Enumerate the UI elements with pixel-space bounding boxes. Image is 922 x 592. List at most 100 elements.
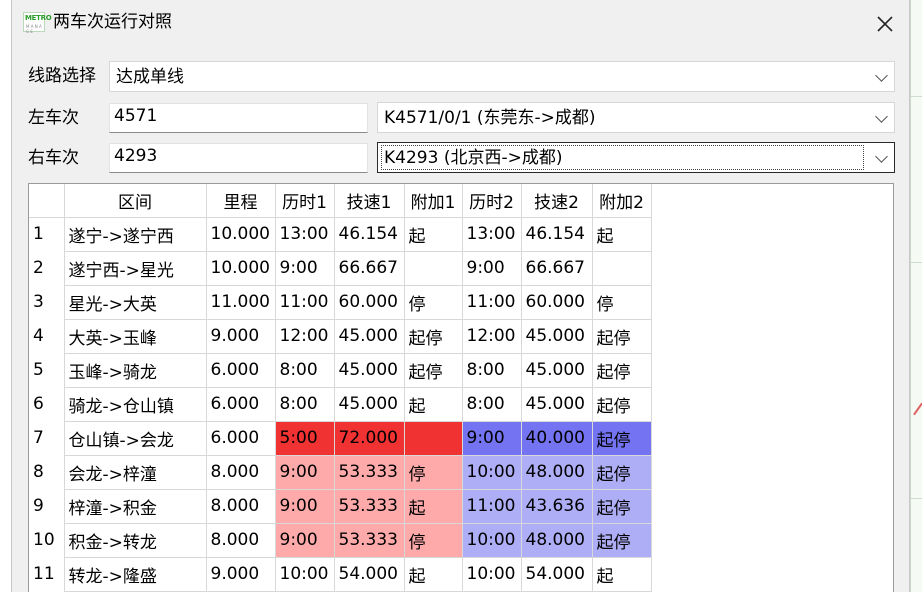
table-cell[interactable]: 起: [404, 387, 463, 422]
table-cell[interactable]: 大英->玉峰: [64, 319, 207, 354]
table-cell[interactable]: 起停: [592, 387, 652, 422]
column-header[interactable]: 技速1: [334, 184, 405, 218]
table-cell[interactable]: 45.000: [334, 387, 405, 422]
table-cell[interactable]: 起停: [592, 353, 652, 388]
table-cell[interactable]: 9:00: [275, 489, 335, 524]
table-cell[interactable]: 12:00: [462, 319, 522, 354]
table-cell[interactable]: 会龙->梓潼: [64, 455, 207, 490]
table-cell[interactable]: 10:00: [275, 557, 335, 592]
table-cell[interactable]: 9:00: [275, 455, 335, 490]
table-cell[interactable]: 9:00: [462, 421, 522, 456]
table-cell[interactable]: 60.000: [521, 285, 593, 320]
table-cell[interactable]: 72.000: [334, 421, 405, 456]
table-cell[interactable]: 45.000: [334, 319, 405, 354]
column-header[interactable]: 历时2: [462, 184, 522, 218]
table-row[interactable]: 1 遂宁->遂宁西 10.000 13:00 46.154 起 13:00 46.154 起: [29, 217, 652, 252]
table-row[interactable]: 5 玉峰->骑龙 6.000 8:00 45.000 起停 8:00 45.000 起停: [29, 353, 652, 388]
table-cell[interactable]: 53.333: [334, 455, 405, 490]
table-cell[interactable]: 46.154: [334, 217, 405, 252]
table-row[interactable]: 2 遂宁西->星光 10.000 9:00 66.667 9:00 66.667: [29, 251, 652, 286]
table-cell[interactable]: 起: [592, 217, 652, 252]
table-cell[interactable]: 9:00: [275, 523, 335, 558]
table-cell[interactable]: 8:00: [275, 353, 335, 388]
table-cell[interactable]: 星光->大英: [64, 285, 207, 320]
table-cell[interactable]: 11:00: [275, 285, 335, 320]
table-cell[interactable]: 停: [592, 285, 652, 320]
table-cell[interactable]: [404, 421, 463, 456]
table-cell[interactable]: 8:00: [462, 387, 522, 422]
table-cell[interactable]: 66.667: [334, 251, 405, 286]
table-cell[interactable]: 8.000: [206, 523, 276, 558]
table-cell[interactable]: 54.000: [521, 557, 593, 592]
table-cell[interactable]: 起: [592, 557, 652, 592]
table-cell[interactable]: 8:00: [462, 353, 522, 388]
table-cell[interactable]: 45.000: [521, 353, 593, 388]
table-cell[interactable]: 10:00: [462, 557, 522, 592]
table-cell[interactable]: 积金->转龙: [64, 523, 207, 558]
table-cell[interactable]: 6.000: [206, 387, 276, 422]
table-cell[interactable]: 骑龙->仓山镇: [64, 387, 207, 422]
table-cell[interactable]: 玉峰->骑龙: [64, 353, 207, 388]
table-cell[interactable]: 10:00: [462, 523, 522, 558]
right-train-combo[interactable]: K4293 (北京西->成都): [377, 142, 895, 173]
table-cell[interactable]: 8:00: [275, 387, 335, 422]
column-header[interactable]: 里程: [206, 184, 276, 218]
table-cell[interactable]: 停: [404, 285, 463, 320]
table-cell[interactable]: 48.000: [521, 523, 593, 558]
table-cell[interactable]: 8.000: [206, 489, 276, 524]
line-select-combo[interactable]: 达成单线: [109, 61, 895, 92]
table-cell[interactable]: 仓山镇->会龙: [64, 421, 207, 456]
table-row[interactable]: 7 仓山镇->会龙 6.000 5:00 72.000 9:00 40.000 起停: [29, 421, 652, 456]
table-cell[interactable]: 10.000: [206, 251, 276, 286]
column-header[interactable]: 附加1: [404, 184, 463, 218]
table-cell[interactable]: 转龙->隆盛: [64, 557, 207, 592]
table-cell[interactable]: 遂宁->遂宁西: [64, 217, 207, 252]
table-cell[interactable]: [404, 251, 463, 286]
left-train-combo[interactable]: K4571/0/1 (东莞东->成都): [377, 102, 895, 133]
table-cell[interactable]: 46.154: [521, 217, 593, 252]
table-cell[interactable]: [592, 251, 652, 286]
table-cell[interactable]: 48.000: [521, 455, 593, 490]
table-cell[interactable]: 起停: [404, 353, 463, 388]
left-train-input[interactable]: 4571: [109, 103, 368, 133]
table-cell[interactable]: 6.000: [206, 353, 276, 388]
table-cell[interactable]: 起停: [592, 489, 652, 524]
table-cell[interactable]: 13:00: [462, 217, 522, 252]
column-header[interactable]: 历时1: [275, 184, 335, 218]
table-cell[interactable]: 8.000: [206, 455, 276, 490]
table-cell[interactable]: 起停: [592, 455, 652, 490]
table-cell[interactable]: 9:00: [275, 251, 335, 286]
table-cell[interactable]: 10:00: [462, 455, 522, 490]
right-train-input[interactable]: 4293: [109, 143, 368, 173]
table-cell[interactable]: 9.000: [206, 319, 276, 354]
table-cell[interactable]: 66.667: [521, 251, 593, 286]
column-header[interactable]: 技速2: [521, 184, 593, 218]
table-cell[interactable]: 梓潼->积金: [64, 489, 207, 524]
table-cell[interactable]: 6.000: [206, 421, 276, 456]
table-cell[interactable]: 11.000: [206, 285, 276, 320]
table-cell[interactable]: 遂宁西->星光: [64, 251, 207, 286]
table-cell[interactable]: 12:00: [275, 319, 335, 354]
table-cell[interactable]: 9:00: [462, 251, 522, 286]
table-cell[interactable]: 起停: [592, 421, 652, 456]
table-cell[interactable]: 起: [404, 489, 463, 524]
table-cell[interactable]: 60.000: [334, 285, 405, 320]
column-header[interactable]: 区间: [64, 184, 207, 218]
table-cell[interactable]: 53.333: [334, 489, 405, 524]
table-cell[interactable]: 9.000: [206, 557, 276, 592]
table-row[interactable]: 10 积金->转龙 8.000 9:00 53.333 停 10:00 48.000 起停: [29, 523, 652, 558]
close-button[interactable]: [870, 8, 900, 36]
table-row[interactable]: 6 骑龙->仓山镇 6.000 8:00 45.000 起 8:00 45.000 起停: [29, 387, 652, 422]
table-row[interactable]: 4 大英->玉峰 9.000 12:00 45.000 起停 12:00 45.000 起停: [29, 319, 652, 354]
table-cell[interactable]: 45.000: [521, 387, 593, 422]
table-cell[interactable]: 起停: [592, 319, 652, 354]
table-cell[interactable]: 起停: [592, 523, 652, 558]
table-cell[interactable]: 停: [404, 523, 463, 558]
table-cell[interactable]: 54.000: [334, 557, 405, 592]
table-cell[interactable]: 11:00: [462, 285, 522, 320]
table-cell[interactable]: 5:00: [275, 421, 335, 456]
table-cell[interactable]: 起停: [404, 319, 463, 354]
table-cell[interactable]: 11:00: [462, 489, 522, 524]
table-cell[interactable]: 10.000: [206, 217, 276, 252]
table-cell[interactable]: 53.333: [334, 523, 405, 558]
